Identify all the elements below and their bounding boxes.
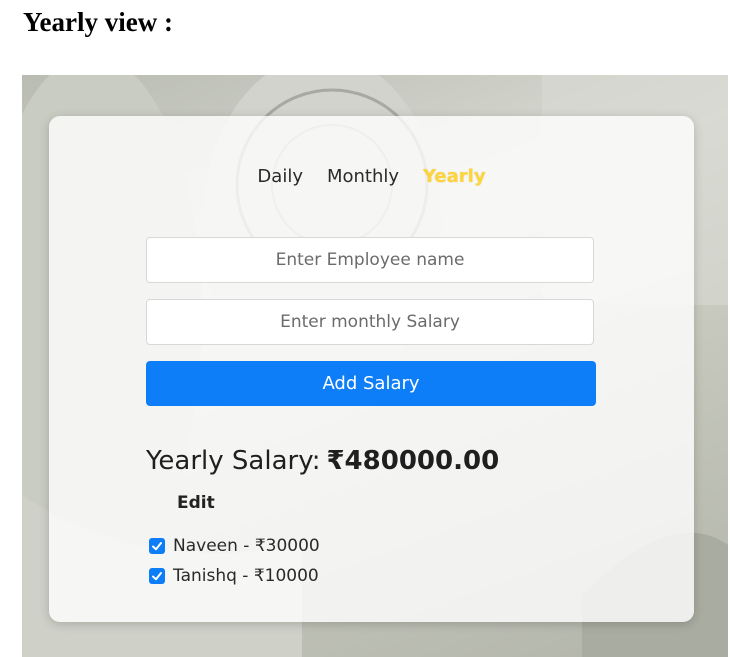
summary-label: Yearly Salary:: [146, 446, 321, 476]
summary-amount: ₹480000.00: [326, 446, 500, 476]
checkmark-icon: [152, 572, 162, 581]
employee-entry: Tanishq - ₹10000: [173, 566, 319, 586]
app-screenshot: Daily Monthly Yearly Add Salary Yearly S…: [22, 75, 728, 657]
salary-card: Daily Monthly Yearly Add Salary Yearly S…: [49, 116, 694, 622]
edit-label[interactable]: Edit: [177, 493, 215, 513]
employee-checkbox[interactable]: [149, 538, 165, 554]
employee-name-input[interactable]: [146, 237, 594, 283]
list-item: Tanishq - ₹10000: [149, 561, 320, 591]
view-tabs: Daily Monthly Yearly: [49, 164, 694, 190]
tab-daily[interactable]: Daily: [245, 164, 315, 190]
list-item: Naveen - ₹30000: [149, 531, 320, 561]
add-salary-button[interactable]: Add Salary: [146, 361, 596, 406]
yearly-salary-summary: Yearly Salary: ₹480000.00: [146, 446, 499, 476]
employee-list: Naveen - ₹30000 Tanishq - ₹10000: [149, 531, 320, 591]
tab-monthly[interactable]: Monthly: [315, 164, 411, 190]
tab-yearly[interactable]: Yearly: [411, 164, 498, 190]
page-title: Yearly view :: [23, 7, 173, 37]
checkmark-icon: [152, 542, 162, 551]
monthly-salary-input[interactable]: [146, 299, 594, 345]
employee-checkbox[interactable]: [149, 568, 165, 584]
employee-entry: Naveen - ₹30000: [173, 536, 320, 556]
